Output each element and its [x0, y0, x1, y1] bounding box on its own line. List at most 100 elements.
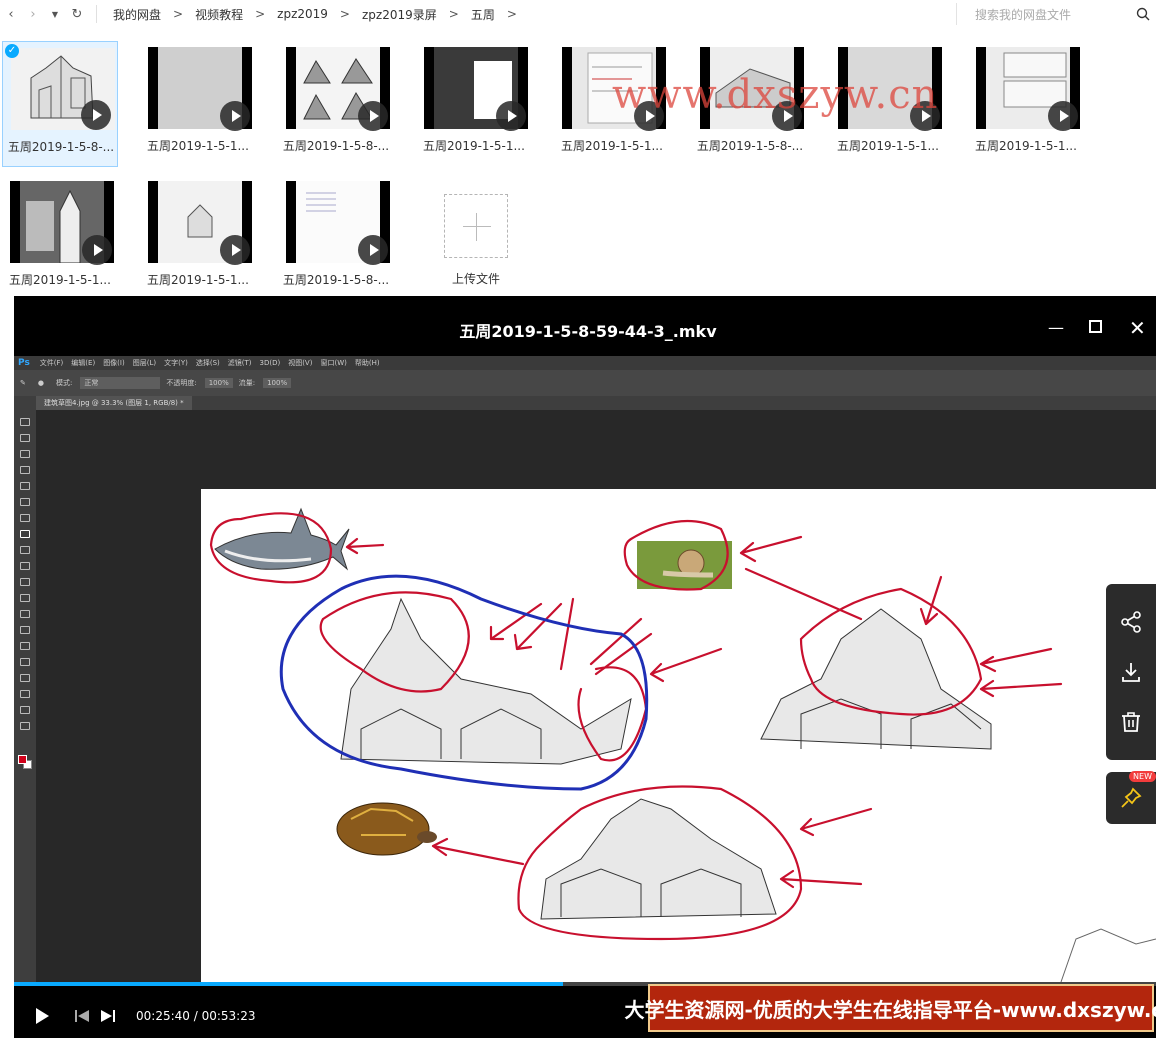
- share-icon[interactable]: [1119, 610, 1143, 634]
- mode-value: 正常: [80, 377, 161, 389]
- foreground-color-swatch: [18, 755, 27, 764]
- file-name: 五周2019-1-5-8-...: [282, 273, 390, 287]
- ps-menu-item: 帮助(H): [354, 359, 380, 367]
- brush-preset-icon: ●: [37, 379, 44, 387]
- file-tile[interactable]: 五周2019-1-5-8-...: [278, 41, 394, 167]
- opacity-label: 不透明度:: [166, 379, 197, 387]
- download-icon[interactable]: [1119, 660, 1143, 684]
- ps-document-tab: 建筑草图4.jpg @ 33.3% (图层 1, RGB/8) *: [36, 396, 192, 410]
- ps-logo: Ps: [18, 358, 30, 368]
- ps-menu-item: 滤镜(T): [227, 359, 252, 367]
- mode-label: 模式:: [55, 379, 73, 387]
- ps-menu-item: 3D(D): [259, 359, 281, 367]
- breadcrumb-separator: >: [173, 7, 184, 21]
- file-name: 五周2019-1-5-1...: [561, 139, 663, 153]
- video-player[interactable]: 五周2019-1-5-8-59-44-3_.mkv — ✕ Ps 文件(F) 编…: [14, 296, 1156, 1038]
- drawing-canvas: [201, 489, 1156, 982]
- file-tile[interactable]: 五周2019-1-5-8-...: [278, 175, 394, 301]
- breadcrumb-separator: >: [506, 7, 517, 21]
- file-tile[interactable]: 五周2019-1-5-1...: [968, 41, 1084, 167]
- pin-icon[interactable]: [1119, 786, 1143, 810]
- file-tile[interactable]: 五周2019-1-5-1...: [2, 175, 118, 301]
- play-icon[interactable]: [496, 101, 526, 131]
- breadcrumb-separator: >: [339, 7, 350, 21]
- file-tile[interactable]: 五周2019-1-5-1...: [416, 41, 532, 167]
- wand-tool-icon: [20, 466, 30, 474]
- refresh-icon[interactable]: ↻: [66, 0, 88, 28]
- breadcrumb-item[interactable]: 我的网盘: [107, 6, 167, 23]
- file-name: 五周2019-1-5-1...: [837, 139, 939, 153]
- file-name: 五周2019-1-5-1...: [147, 273, 249, 287]
- ps-tab-bar: [36, 396, 1156, 410]
- file-name: 五周2019-1-5-8-...: [282, 139, 390, 153]
- crop-tool-icon: [20, 482, 30, 490]
- ps-menu-item: 选择(S): [195, 359, 220, 367]
- play-icon[interactable]: [358, 101, 388, 131]
- brush-tool-icon: ✎: [20, 379, 26, 387]
- breadcrumb-item[interactable]: 视频教程: [189, 6, 249, 23]
- file-name: 五周2019-1-5-1...: [9, 273, 111, 287]
- stamp-tool-icon: [20, 546, 30, 554]
- minimize-icon[interactable]: —: [1048, 318, 1064, 337]
- healing-tool-icon: [20, 514, 30, 522]
- history-brush-icon: [20, 562, 30, 570]
- play-icon[interactable]: [36, 1008, 49, 1024]
- delete-icon[interactable]: [1119, 710, 1143, 734]
- ps-menubar: Ps 文件(F) 编辑(E) 图像(I) 图层(L) 文字(Y) 选择(S) 滤…: [14, 356, 1156, 370]
- play-icon[interactable]: [220, 101, 250, 131]
- time-display: 00:25:40 / 00:53:23: [136, 1009, 256, 1023]
- history-dropdown-icon[interactable]: ▼: [44, 0, 66, 28]
- file-tile[interactable]: 五周2019-1-5-1...: [140, 175, 256, 301]
- play-icon[interactable]: [81, 100, 111, 130]
- zoom-tool-icon: [20, 722, 30, 730]
- snail-image: [637, 541, 732, 589]
- search-icon[interactable]: [1136, 7, 1150, 21]
- breadcrumb-separator: >: [448, 7, 459, 21]
- forward-icon[interactable]: ›: [22, 0, 44, 28]
- file-name: 五周2019-1-5-8-...: [7, 140, 115, 154]
- play-icon[interactable]: [220, 235, 250, 265]
- ps-menu-item: 编辑(E): [71, 359, 96, 367]
- flow-label: 流量:: [238, 379, 256, 387]
- file-tile[interactable]: ✓ 五周2019-1-5-8-...: [2, 41, 118, 167]
- maximize-icon[interactable]: [1089, 319, 1103, 338]
- play-icon[interactable]: [1048, 101, 1078, 131]
- play-icon[interactable]: [358, 235, 388, 265]
- ps-menu-item: 文件(F): [39, 359, 64, 367]
- next-icon[interactable]: [100, 1008, 116, 1024]
- side-toolbar: [1106, 584, 1156, 760]
- type-tool-icon: [20, 658, 30, 666]
- site-banner: 大学生资源网-优质的大学生在线指导平台-www.dxszyw.cn: [624, 984, 1156, 1032]
- close-icon[interactable]: ✕: [1129, 316, 1146, 340]
- ps-menu-item: 图层(L): [132, 359, 157, 367]
- file-name: 五周2019-1-5-1...: [975, 139, 1077, 153]
- breadcrumb-item[interactable]: 五周: [465, 6, 501, 23]
- ps-menu-item: 视图(V): [288, 359, 313, 367]
- ps-menu-item: 图像(I): [103, 359, 125, 367]
- photoshop-screen: Ps 文件(F) 编辑(E) 图像(I) 图层(L) 文字(Y) 选择(S) 滤…: [14, 356, 1156, 982]
- brush-tool-icon: [20, 530, 30, 538]
- file-name: 五周2019-1-5-1...: [147, 139, 249, 153]
- upload-button[interactable]: [444, 194, 508, 258]
- file-tile[interactable]: 五周2019-1-5-1...: [140, 41, 256, 167]
- breadcrumb-item[interactable]: zpz2019: [271, 7, 334, 21]
- shape-tool-icon: [20, 690, 30, 698]
- play-icon[interactable]: [82, 235, 112, 265]
- checkbox-checked-icon[interactable]: ✓: [5, 44, 19, 58]
- back-icon[interactable]: ‹: [0, 0, 22, 28]
- upload-label: 上传文件: [451, 272, 500, 286]
- watermark-text: www.dxszyw.cn: [612, 72, 939, 118]
- previous-icon[interactable]: [74, 1008, 90, 1024]
- tortoise-image: [336, 802, 437, 856]
- eraser-tool-icon: [20, 578, 30, 586]
- breadcrumb-item[interactable]: zpz2019录屏: [356, 6, 443, 23]
- ps-menu-item: 窗口(W): [320, 359, 347, 367]
- dodge-tool-icon: [20, 626, 30, 634]
- pin-panel: NEW: [1106, 771, 1156, 824]
- marquee-tool-icon: [20, 434, 30, 442]
- search-input[interactable]: 搜索我的网盘文件: [956, 3, 1156, 25]
- ps-toolbar: [14, 396, 36, 982]
- ps-options-bar: ✎ ● 模式: 正常 不透明度: 100% 流量: 100%: [14, 370, 1156, 396]
- path-select-icon: [20, 674, 30, 682]
- app-root: ‹ › ▼ ↻ 我的网盘 > 视频教程 > zpz2019 > zpz2019录…: [0, 0, 1156, 1038]
